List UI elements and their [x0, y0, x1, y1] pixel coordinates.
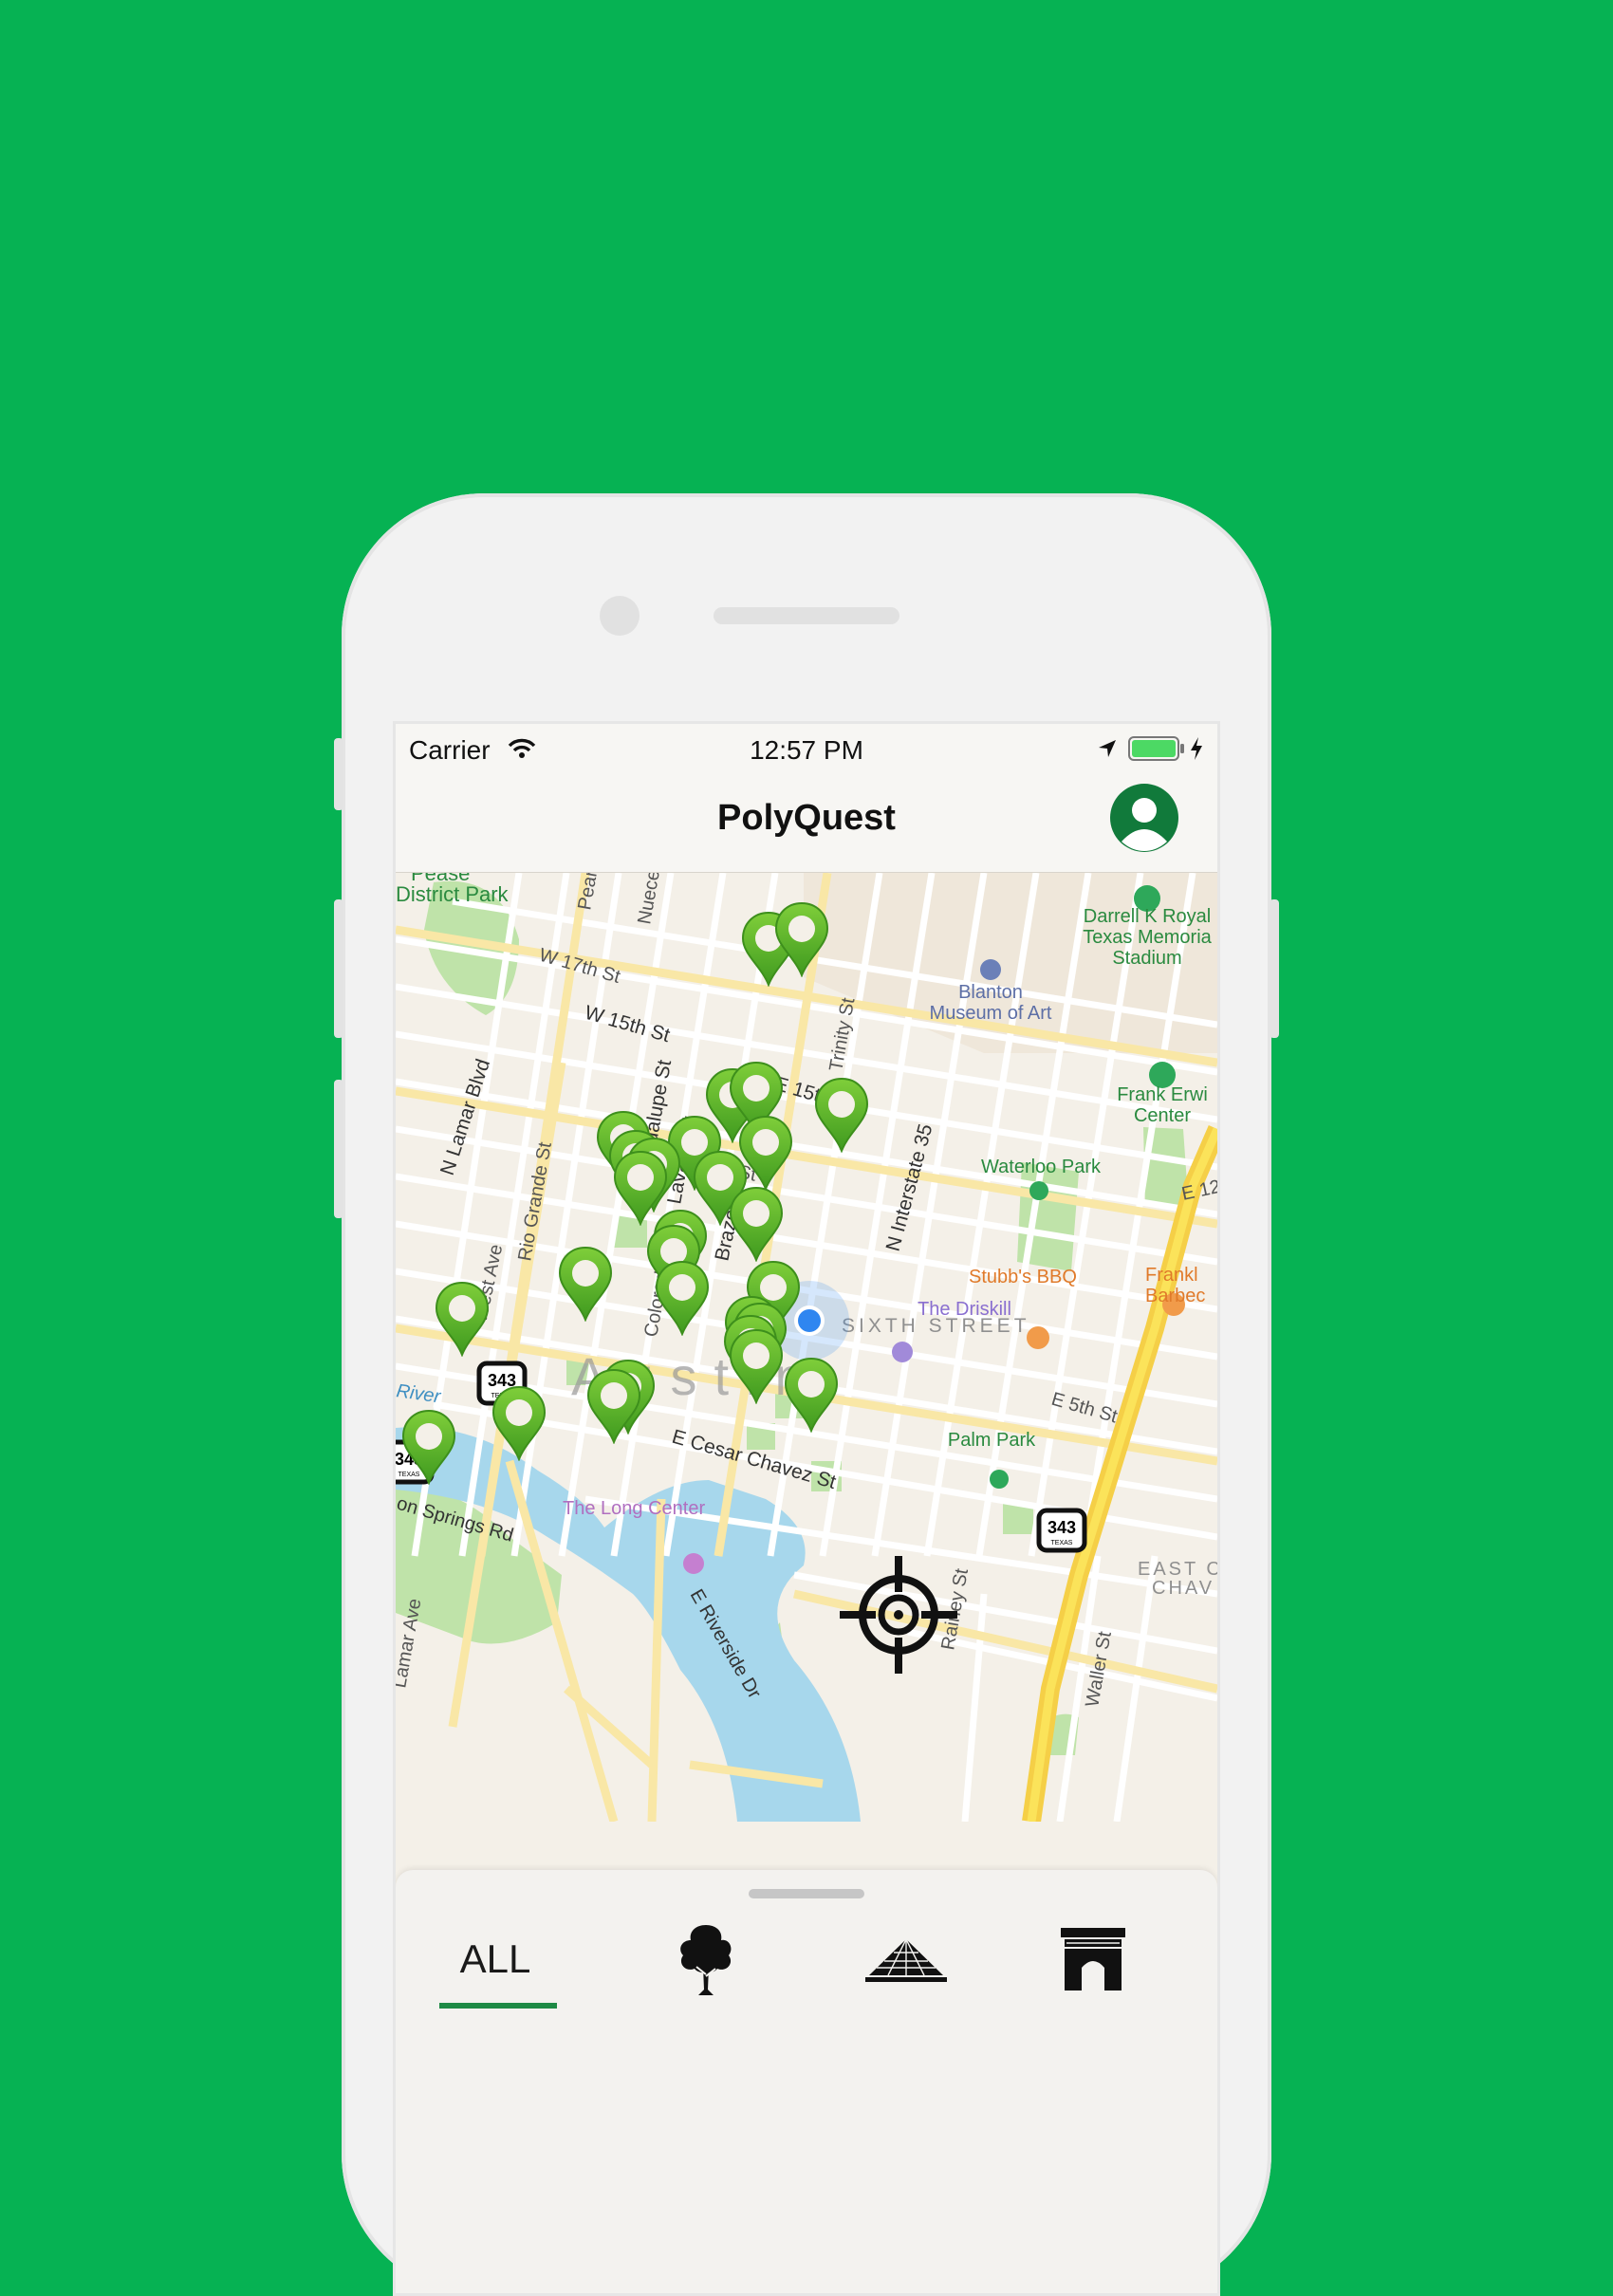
profile-avatar-button[interactable]: [1109, 783, 1179, 853]
park-tree-icon-palm: [990, 1470, 1009, 1489]
volume-down-button: [334, 1080, 343, 1218]
page-title: PolyQuest: [717, 798, 896, 838]
volume-up-button: [334, 899, 343, 1038]
pyramid-icon: [865, 1938, 947, 1982]
label-darrell-2: Texas Memoria: [1083, 927, 1212, 948]
earpiece-speaker: [714, 607, 899, 624]
tab-all-label: ALL: [459, 1936, 531, 1981]
phone-frame: Carrier 12:57 PM PolyQuest 343 343 TEXAS…: [334, 493, 1279, 2296]
svg-text:TEXAS: TEXAS: [1051, 1540, 1073, 1546]
label-stubbs: Stubb's BBQ: [969, 1267, 1077, 1287]
tree-icon: [680, 1925, 732, 1995]
route-343-shield-3: 343 TEXAS: [1036, 1508, 1087, 1553]
label-long-center: The Long Center: [563, 1498, 705, 1519]
svg-text:343: 343: [1048, 1518, 1076, 1537]
city-map[interactable]: 343 TEXAS 343 TEXAS 343 TEXAS: [396, 873, 1217, 1822]
screen: Carrier 12:57 PM PolyQuest 343 343 TEXAS…: [393, 721, 1220, 2296]
label-franklin-1: Frankl: [1145, 1265, 1198, 1286]
label-chav: CHAV: [1152, 1578, 1214, 1599]
tab-monuments[interactable]: [1050, 1912, 1136, 2007]
label-east-cesar: EAST C: [1138, 1559, 1217, 1580]
battery-icon: [1128, 736, 1184, 761]
bottom-tab-bar: ALL: [396, 1870, 1217, 2293]
active-tab-indicator: [439, 2003, 557, 2009]
power-button: [1270, 899, 1279, 1038]
tab-parks[interactable]: [663, 1912, 749, 2007]
drawer-grabber-handle[interactable]: [749, 1889, 864, 1898]
label-sixth-street: SIXTH STREET: [842, 1315, 1030, 1337]
museum-icon: [980, 959, 1001, 980]
mute-switch: [334, 738, 343, 810]
park-tree-icon-waterloo: [1029, 1181, 1048, 1200]
label-blanton-2: Museum of Art: [930, 1003, 1052, 1024]
svg-text:TEXAS: TEXAS: [399, 1472, 420, 1478]
theater-icon: [683, 1553, 704, 1574]
label-blanton-1: Blanton: [958, 982, 1023, 1003]
status-bar: Carrier 12:57 PM: [396, 724, 1217, 771]
status-time: 12:57 PM: [750, 735, 863, 765]
label-waterloo: Waterloo Park: [981, 1157, 1102, 1177]
label-frank-1: Frank Erwi: [1117, 1084, 1208, 1105]
label-palm-park: Palm Park: [948, 1430, 1036, 1451]
arch-icon: [1061, 1928, 1125, 1990]
label-darrell-3: Stadium: [1112, 948, 1181, 969]
label-district-park: District Park: [396, 882, 510, 906]
front-camera: [600, 596, 640, 636]
restaurant-icon-stubbs: [1027, 1326, 1049, 1349]
label-darrell-1: Darrell K Royal: [1084, 906, 1211, 927]
location-arrow-icon: [1099, 740, 1116, 757]
tab-all[interactable]: ALL: [434, 1912, 557, 2007]
navigation-bar: PolyQuest: [396, 771, 1217, 873]
hotel-icon: [892, 1342, 913, 1362]
charging-bolt-icon: [1191, 737, 1202, 760]
tab-landmarks[interactable]: [861, 1912, 952, 2007]
label-frank-2: Center: [1134, 1105, 1191, 1126]
label-franklin-2: Barbec: [1145, 1286, 1205, 1306]
